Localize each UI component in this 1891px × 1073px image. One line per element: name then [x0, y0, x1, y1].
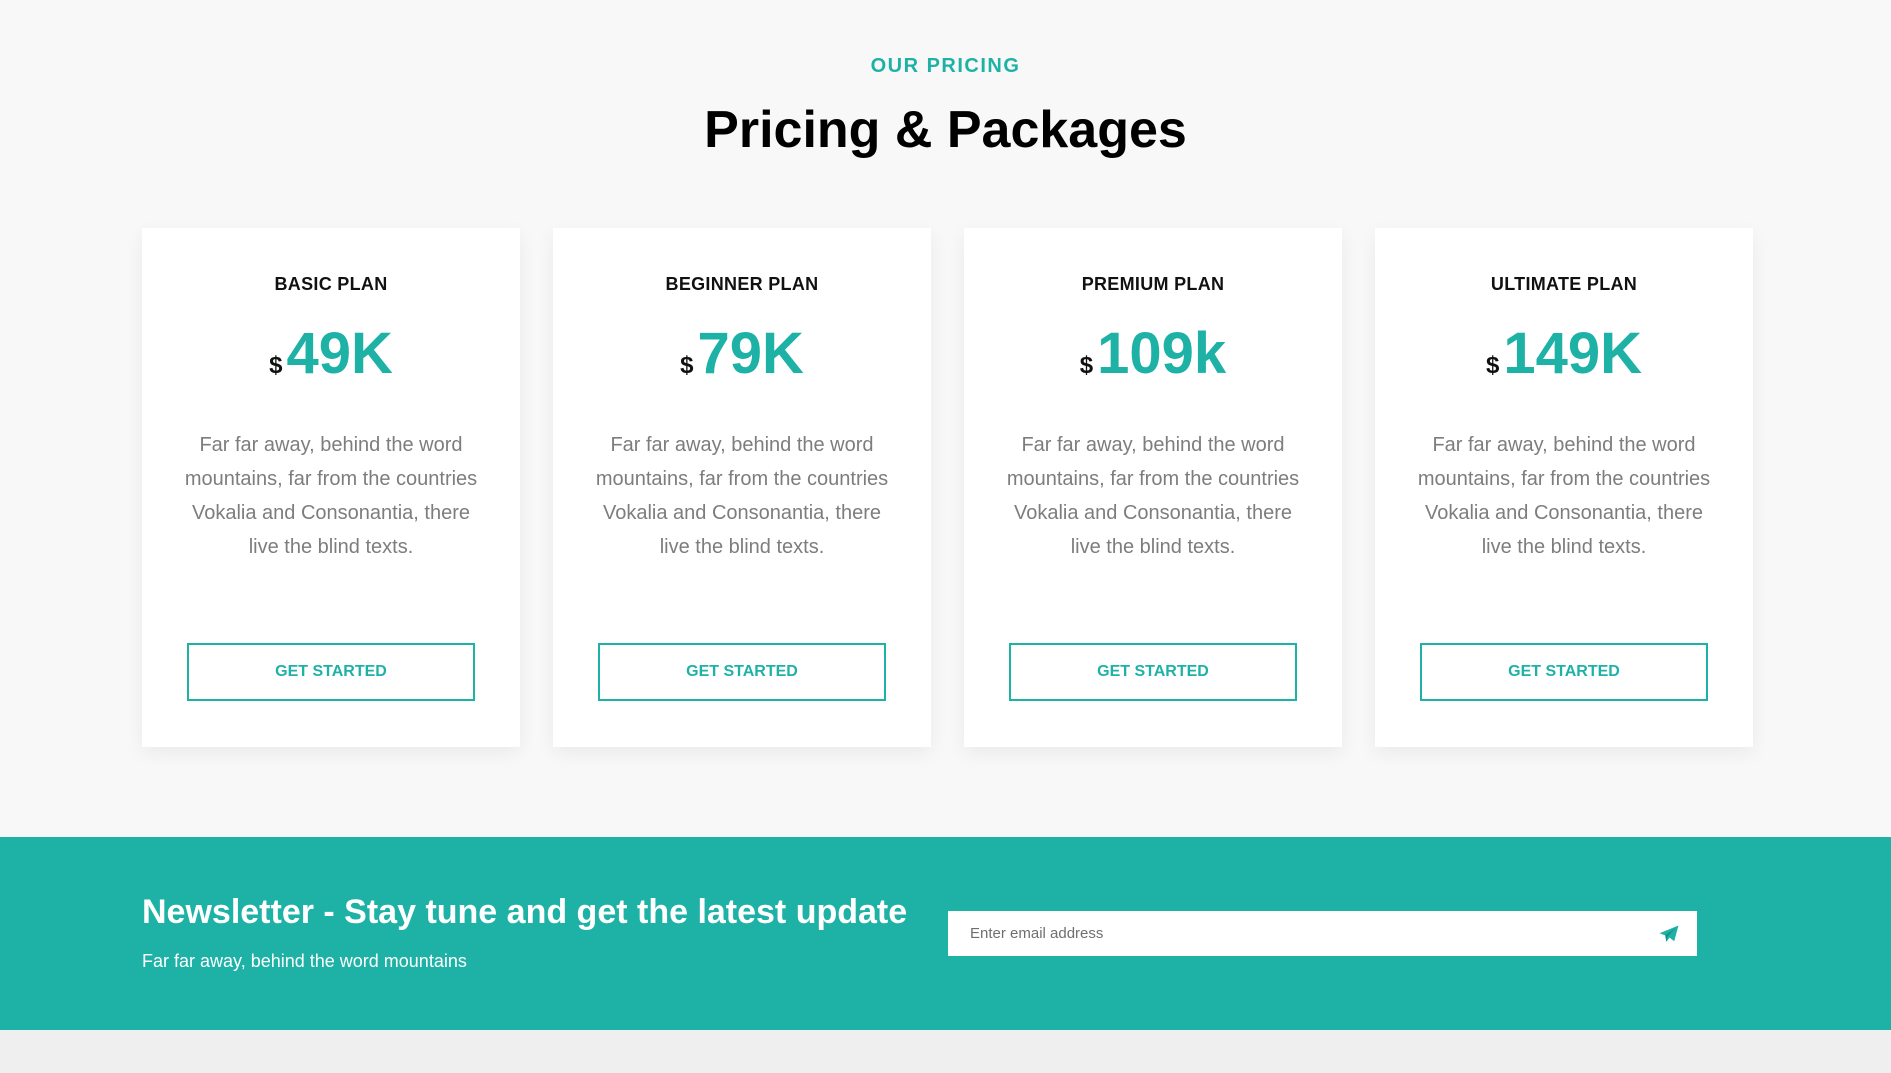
plan-description: Far far away, behind the word mountains,…	[1006, 434, 1300, 558]
pricing-card-premium: PREMIUM PLAN $109k Far far away, behind …	[964, 228, 1342, 747]
pricing-cards: BASIC PLAN $49K Far far away, behind the…	[142, 228, 1753, 747]
newsletter-section: Newsletter - Stay tune and get the lates…	[0, 837, 1891, 1030]
plan-name: BASIC PLAN	[274, 274, 388, 294]
currency-symbol: $	[269, 352, 283, 379]
plan-description: Far far away, behind the word mountains,…	[184, 434, 478, 558]
plan-name: BEGINNER PLAN	[665, 274, 819, 294]
currency-symbol: $	[680, 352, 694, 379]
price-amount: 149K	[1503, 321, 1642, 386]
plan-price: $49K	[142, 320, 520, 387]
plan-name: ULTIMATE PLAN	[1490, 274, 1638, 294]
currency-symbol: $	[1485, 352, 1500, 379]
footer-strip	[0, 1030, 1891, 1073]
plan-price: $149K	[1375, 320, 1753, 387]
email-input[interactable]	[948, 911, 1638, 956]
get-started-button-basic[interactable]: GET STARTED	[187, 643, 475, 701]
section-eyebrow: OUR PRICING	[870, 55, 1021, 77]
price-amount: 79K	[697, 321, 804, 386]
newsletter-form	[948, 911, 1697, 956]
newsletter-subtitle: Far far away, behind the word mountains	[142, 951, 467, 971]
price-amount: 109k	[1097, 321, 1227, 386]
pricing-section: OUR PRICING Pricing & Packages BASIC PLA…	[0, 0, 1891, 837]
plan-description: Far far away, behind the word mountains,…	[1417, 434, 1711, 558]
plan-price: $79K	[553, 320, 931, 387]
plan-name: PREMIUM PLAN	[1081, 274, 1225, 294]
get-started-button-premium[interactable]: GET STARTED	[1009, 643, 1297, 701]
subscribe-button[interactable]	[1641, 911, 1697, 956]
page-title: Pricing & Packages	[704, 101, 1187, 159]
pricing-card-beginner: BEGINNER PLAN $79K Far far away, behind …	[553, 228, 931, 747]
get-started-button-ultimate[interactable]: GET STARTED	[1420, 643, 1708, 701]
price-amount: 49K	[286, 321, 393, 386]
plan-description: Far far away, behind the word mountains,…	[595, 434, 889, 558]
pricing-card-basic: BASIC PLAN $49K Far far away, behind the…	[142, 228, 520, 747]
get-started-button-beginner[interactable]: GET STARTED	[598, 643, 886, 701]
newsletter-title: Newsletter - Stay tune and get the lates…	[142, 893, 908, 931]
pricing-card-ultimate: ULTIMATE PLAN $149K Far far away, behind…	[1375, 228, 1753, 747]
paper-plane-icon	[1659, 925, 1679, 942]
plan-price: $109k	[964, 320, 1342, 387]
currency-symbol: $	[1079, 352, 1094, 379]
